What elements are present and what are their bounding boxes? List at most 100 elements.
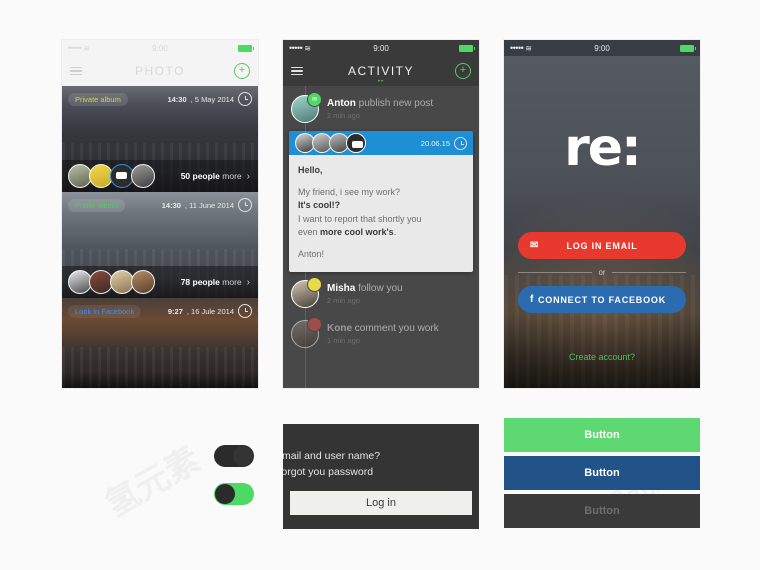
feed-item-text: Misha follow you	[327, 283, 403, 296]
status-time: 9:00	[594, 43, 610, 53]
album-tag: Private album	[68, 92, 128, 106]
post-line-4d: .	[393, 227, 397, 237]
login-card-line-1: Email and user name?	[283, 450, 381, 462]
timestamp-bold: 9:27	[167, 306, 183, 316]
hamburger-icon[interactable]	[291, 66, 303, 76]
follow-badge-icon	[307, 277, 322, 292]
status-bar: ••••• ≋ 9:00	[62, 40, 258, 56]
toggle-off[interactable]	[214, 445, 254, 467]
avatar	[131, 270, 155, 294]
button-disabled[interactable]: Button	[504, 494, 700, 528]
avatar	[291, 277, 322, 308]
phone-screen-activity: ••••• ≋ 9:00 ACTIVITY + •• ✉ Anton publi…	[283, 40, 479, 388]
feed-item-anton[interactable]: ✉ Anton publish new post 2 min ago	[283, 86, 479, 129]
feed-item-action: comment you work	[354, 322, 439, 334]
clock-icon	[238, 198, 252, 212]
status-bar: ••••• ≋ 9:00	[504, 40, 700, 56]
album-tag: Public album	[68, 198, 125, 212]
post-line-1: Hello,	[298, 165, 323, 175]
camera-icon	[346, 133, 366, 153]
button-stack: Button Button Button	[504, 418, 700, 532]
post-signature: Anton!	[298, 248, 325, 259]
page-title: ACTIVITY	[347, 64, 414, 78]
status-bar: ••••• ≋ 9:00	[283, 40, 479, 56]
people-more: more	[222, 277, 242, 287]
toggle-group	[214, 445, 254, 521]
status-time: 9:00	[152, 43, 168, 53]
album-tag: Look in Facebook	[68, 304, 142, 318]
album-card-public[interactable]: Public album 14:30, 11 June 2014 78 peop…	[62, 192, 258, 298]
connect-facebook-label: CONNECT TO FACEBOOK	[537, 294, 667, 305]
battery-icon	[680, 44, 696, 52]
button-blue[interactable]: Button	[504, 456, 700, 490]
post-date: 20.06.15	[421, 136, 467, 150]
avatar-group	[68, 164, 155, 188]
nav-bar: ACTIVITY + ••	[283, 56, 479, 86]
log-in-button[interactable]: Log in	[290, 491, 472, 515]
plus-icon[interactable]: +	[234, 63, 250, 79]
status-time: 9:00	[373, 43, 389, 53]
people-more: more	[222, 171, 242, 181]
timestamp-bold: 14:30	[167, 94, 187, 104]
screenshot-canvas: 氢元素 氢元素 氢元素 氢元素 ••••• ≋ 9:00 PHOTO + Pri…	[0, 0, 760, 570]
toggle-knob	[215, 484, 235, 504]
comment-badge-icon	[307, 317, 322, 332]
timestamp-bold: 14:30	[161, 200, 181, 210]
album-header: Look in Facebook 9:27, 16 Jule 2014	[68, 304, 252, 318]
phone-screen-welcome: ••••• ≋ 9:00 re: ✉ LOG IN EMAIL or f CON…	[504, 40, 700, 388]
login-card-text: Email and user name? Forgot you password	[283, 424, 479, 481]
nav-bar: PHOTO +	[62, 56, 258, 86]
toggle-knob	[233, 446, 253, 466]
battery-icon	[238, 44, 254, 52]
post-line-4c: more cool work's	[320, 227, 394, 237]
envelope-icon: ✉	[530, 240, 540, 251]
plus-icon[interactable]: +	[455, 63, 471, 79]
timestamp-rest: , 16 Jule 2014	[186, 306, 234, 316]
post-line-2: My friend, i see my work?	[298, 186, 401, 197]
envelope-icon: ✉	[307, 92, 322, 107]
button-green[interactable]: Button	[504, 418, 700, 452]
login-email-label: LOG IN EMAIL	[566, 240, 638, 251]
page-title: PHOTO	[135, 64, 185, 78]
or-label: or	[598, 268, 606, 277]
chevron-right-icon: ›	[246, 276, 250, 288]
app-logo: re:	[564, 118, 642, 178]
feed-item-time: 2 min ago	[327, 296, 360, 306]
login-email-button[interactable]: ✉ LOG IN EMAIL	[518, 232, 686, 259]
album-card-facebook[interactable]: Look in Facebook 9:27, 16 Jule 2014	[62, 298, 258, 388]
feed-item-action: publish new post	[358, 97, 434, 109]
hamburger-icon[interactable]	[70, 66, 82, 76]
people-count[interactable]: 50 people more ›	[181, 171, 250, 182]
feed-item-misha[interactable]: Misha follow you 2 min ago	[283, 274, 479, 314]
people-number: 50 people	[180, 171, 220, 181]
create-account-link[interactable]: Create account?	[504, 352, 700, 362]
post-line-4a: I want to report that shortly you	[298, 213, 422, 224]
watermark: 氢元素	[95, 433, 208, 526]
avatar: ✉	[291, 92, 322, 123]
post-line-3: It's cool!?	[298, 200, 341, 210]
album-people-row[interactable]: 50 people more ›	[62, 160, 258, 192]
feed-item-time: 2 min ago	[327, 111, 360, 121]
people-count[interactable]: 78 people more ›	[181, 277, 250, 288]
avatar-group	[68, 270, 155, 294]
battery-icon	[459, 44, 475, 52]
post-line-4: I want to report that shortly you even m…	[298, 213, 464, 240]
album-people-row[interactable]: 78 people more ›	[62, 266, 258, 298]
people-number: 78 people	[180, 277, 220, 287]
album-timestamp: 9:27, 16 Jule 2014	[168, 304, 252, 318]
post-card[interactable]: 20.06.15 Hello, My friend, i see my work…	[289, 131, 473, 272]
feed-item-name: Misha	[327, 282, 356, 294]
activity-feed: ✉ Anton publish new post 2 min ago 20.06…	[283, 86, 479, 388]
feed-item-action: follow you	[358, 282, 403, 294]
album-timestamp: 14:30, 11 June 2014	[162, 198, 252, 212]
album-timestamp: 14:30, 5 May 2014	[167, 92, 252, 106]
phone-screen-photo: ••••• ≋ 9:00 PHOTO + Private album 14:30…	[62, 40, 258, 388]
album-card-private[interactable]: Private album 14:30, 5 May 2014 50 peopl…	[62, 86, 258, 192]
feed-item-text: Anton publish new post	[327, 98, 433, 111]
page-dots: ••	[377, 79, 385, 85]
connect-facebook-button[interactable]: f CONNECT TO FACEBOOK	[518, 286, 686, 313]
feed-item-time: 1 min ago	[327, 336, 360, 346]
welcome-screen: re: ✉ LOG IN EMAIL or f CONNECT TO FACEB…	[504, 56, 700, 388]
toggle-on[interactable]	[214, 483, 254, 505]
feed-item-kone[interactable]: Kone comment you work 1 min ago	[283, 314, 479, 354]
